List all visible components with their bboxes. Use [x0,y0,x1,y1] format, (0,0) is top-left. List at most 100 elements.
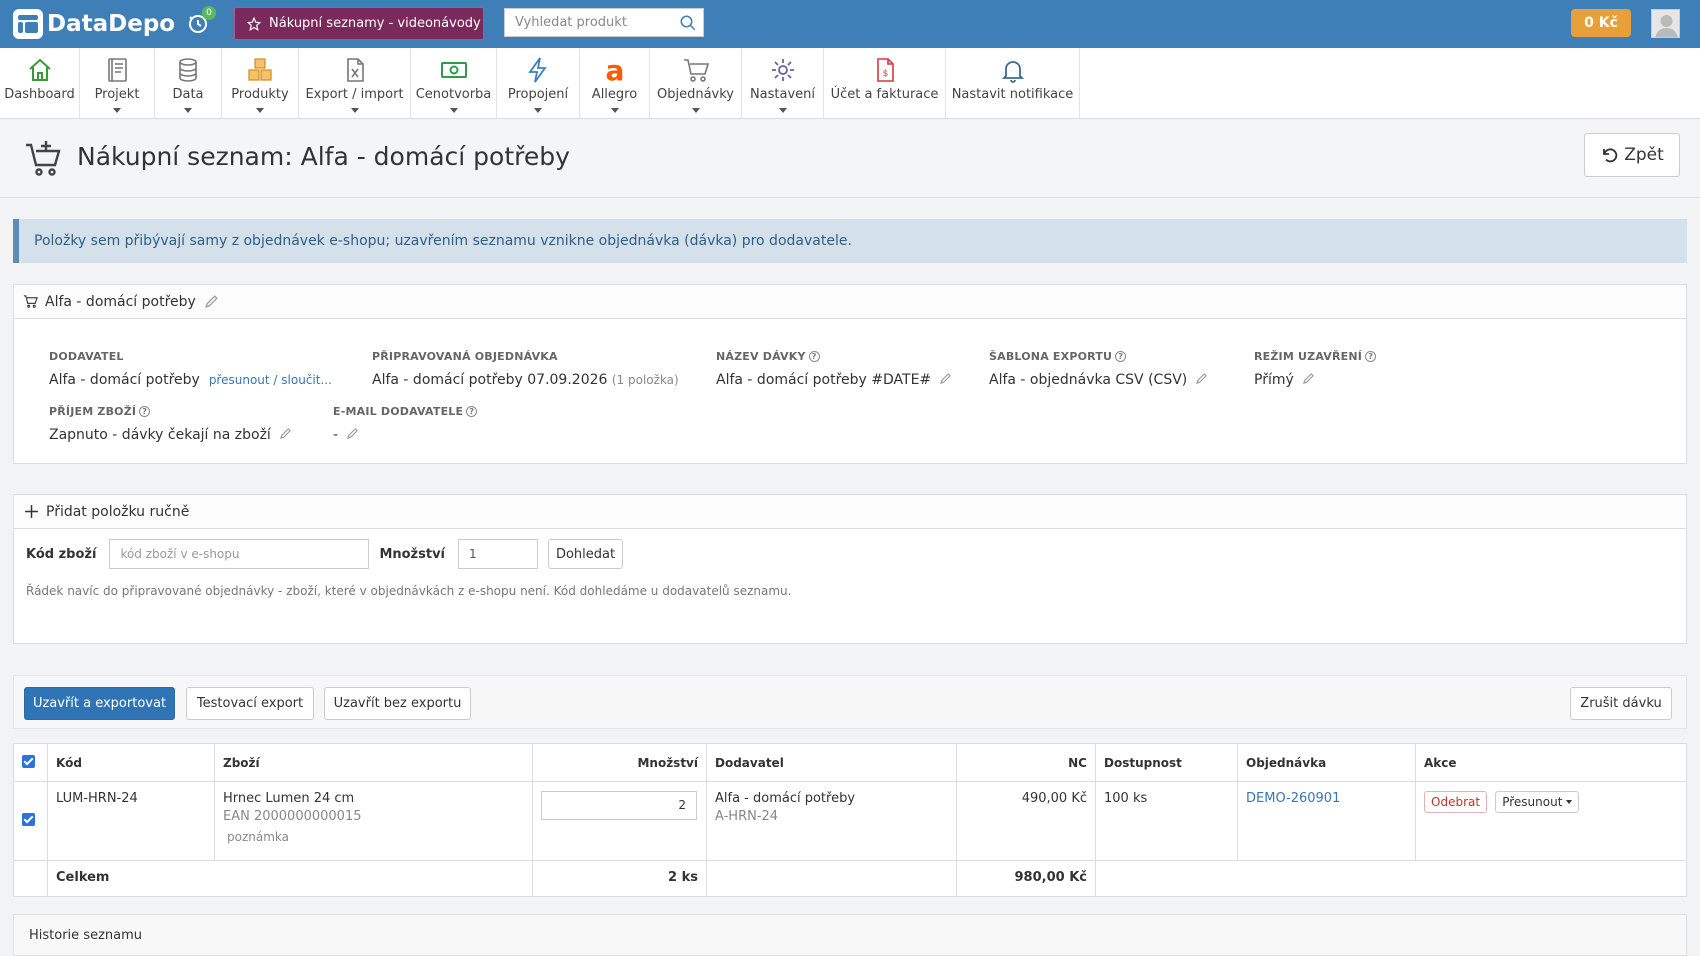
money-icon [440,62,467,78]
nav-notifikace[interactable]: Nastavit notifikace [946,48,1080,118]
nav-produkty[interactable]: Produkty [222,48,299,118]
item-note-link[interactable]: poznámka [227,830,524,844]
nav-label: Propojení [507,87,569,102]
pencil-icon[interactable] [1195,372,1208,385]
order-cell: DEMO-260901 [1238,782,1416,860]
panel-header: Alfa - domácí potřeby [14,285,1686,319]
table-header-row: Kód Zboží Množství Dodavatel NC Dostupno… [14,744,1686,782]
qty-label: Množství [379,546,446,562]
main-nav: Dashboard Projekt Data Produkty Export /… [0,48,1700,119]
nav-label: Účet a fakturace [830,87,939,102]
template-value: Alfa - objednávka CSV (CSV) [989,372,1188,388]
nav-export-import[interactable]: Export / import [299,48,411,118]
col-order: Objednávka [1238,744,1416,781]
field-label: ŠABLONA EXPORTU [989,350,1113,363]
caret-down-icon [778,108,787,113]
nav-allegro[interactable]: a Allegro [580,48,650,118]
field-supplier: DODAVATEL Alfa - domácí potřeby přesunout… [49,350,332,388]
row-availability: 100 ks [1096,782,1238,860]
pencil-icon[interactable] [204,294,219,309]
close-without-export-button[interactable]: Uzavřít bez exportu [324,687,471,720]
cancel-batch-button[interactable]: Zrušit dávku [1570,687,1672,720]
code-input[interactable]: kód zboží v e-shopu [109,539,370,569]
item-name: Hrnec Lumen 24 cm [223,791,355,806]
database-icon [179,58,197,82]
nav-label: Projekt [94,87,140,102]
move-merge-link[interactable]: přesunout / sloučit... [209,373,332,387]
nav-nastaveni[interactable]: Nastavení [742,48,824,118]
help-icon[interactable]: ? [1365,351,1377,362]
panel-header: Přidat položku ručně [14,495,1686,529]
batch-value: Alfa - domácí potřeby #DATE# [716,372,932,388]
col-availability: Dostupnost [1096,744,1238,781]
avatar[interactable] [1651,9,1680,38]
field-label: E-MAIL DODAVATELE [333,405,464,418]
lookup-button[interactable]: Dohledat [548,539,624,569]
promo-videos-button[interactable]: Nákupní seznamy - videonávody [234,7,484,40]
pencil-icon[interactable] [279,427,292,440]
qty-input[interactable]: 1 [458,539,539,569]
credit-badge[interactable]: 0 Kč [1571,9,1631,37]
qty-input[interactable]: 2 [541,791,697,820]
col-code: Kód [48,744,215,781]
caret-down-icon [610,108,619,113]
logo[interactable]: DataDepo [13,8,175,40]
search-input[interactable] [505,9,665,36]
mode-value: Přímý [1254,372,1294,388]
help-icon[interactable]: ? [466,406,478,417]
list-history-panel[interactable]: Historie seznamu [13,914,1687,956]
field-supplier-email: E-MAIL DODAVATELE? - [333,405,478,443]
nav-projekt[interactable]: Projekt [80,48,155,118]
total-empty-cell [1096,861,1686,896]
nav-label: Produkty [231,87,289,102]
nav-label: Allegro [591,87,638,102]
nav-ucet-fakturace[interactable]: $ Účet a fakturace [824,48,946,118]
nav-dashboard[interactable]: Dashboard [0,48,80,118]
help-icon[interactable]: ? [1115,351,1127,362]
total-label: Celkem [48,861,533,896]
add-item-form: Kód zboží kód zboží v e-shopu Množství 1… [26,539,624,569]
field-export-template: ŠABLONA EXPORTU? Alfa - objednávka CSV (… [989,350,1208,388]
caret-down-icon [691,108,700,113]
pencil-icon[interactable] [939,372,952,385]
table-row: LUM-HRN-24 Hrnec Lumen 24 cm EAN 2000000… [14,782,1686,861]
nav-label: Cenotvorba [415,87,492,102]
page-title: Nákupní seznam: Alfa - domácí potřeby [77,142,570,171]
pencil-icon[interactable] [1302,372,1315,385]
move-dropdown[interactable]: Přesunout [1495,791,1580,813]
back-label: Zpět [1624,145,1664,165]
total-empty-cell [14,861,48,896]
caret-down-icon [534,108,542,113]
supplier-cell: Alfa - domácí potřeby A-HRN-24 [707,782,957,860]
row-checkbox[interactable] [22,813,35,826]
svg-text:$: $ [882,69,888,79]
order-link[interactable]: DEMO-260901 [1246,791,1340,806]
list-info-panel: Alfa - domácí potřeby DODAVATEL Alfa - d… [13,284,1687,464]
invoice-icon: $ [876,58,894,82]
nav-label: Dashboard [4,87,75,102]
supplier-value: Alfa - domácí potřeby [49,372,200,388]
back-button[interactable]: Zpět [1584,133,1680,177]
book-icon [108,58,127,82]
pencil-icon[interactable] [346,427,359,440]
search-icon[interactable] [679,14,697,32]
close-and-export-button[interactable]: Uzavřít a exportovat [24,687,175,720]
col-item: Zboží [215,744,533,781]
nav-data[interactable]: Data [155,48,222,118]
select-all-checkbox[interactable] [22,755,35,768]
panel-title: Alfa - domácí potřeby [45,293,196,310]
test-export-button[interactable]: Testovací export [186,687,314,720]
help-icon[interactable]: ? [139,406,151,417]
cart-icon [683,59,709,82]
action-bar: Uzavřít a exportovat Testovací export Uz… [13,675,1687,729]
help-icon[interactable]: ? [808,351,820,362]
add-item-panel: Přidat položku ručně Kód zboží kód zboží… [13,494,1687,644]
col-nc: NC [957,744,1096,781]
remove-button[interactable]: Odebrat [1424,791,1488,813]
nav-propojeni[interactable]: Propojení [497,48,580,118]
nav-objednavky[interactable]: Objednávky [650,48,742,118]
field-label: REŽIM UZAVŘENÍ [1254,350,1363,363]
select-all-cell [14,744,48,781]
nav-cenotvorba[interactable]: Cenotvorba [411,48,497,118]
caret-down-icon [1566,800,1573,804]
